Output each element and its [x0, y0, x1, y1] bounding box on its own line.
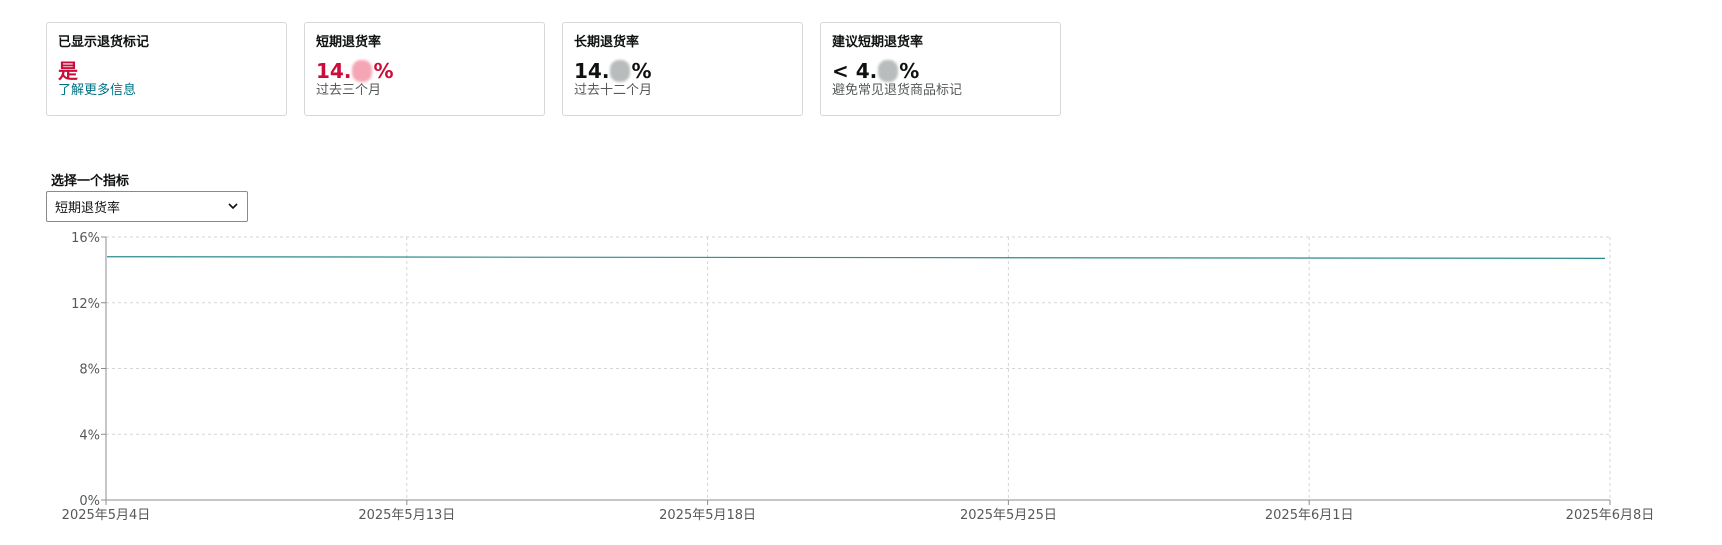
x-tick-label: 2025年6月8日 [1566, 508, 1655, 523]
series-line [106, 256, 1606, 259]
y-tick-label: 12% [71, 297, 100, 312]
return-rate-line-chart: 0% 4% 8% 12% 16% 2025年5月4日 2025年5月13日 2025年5月18… [62, 231, 1655, 523]
y-tick-label: 16% [71, 231, 100, 246]
y-tick-label: 4% [79, 428, 100, 443]
x-tick-label: 2025年5月4日 [62, 508, 151, 523]
x-tick-label: 2025年6月1日 [1265, 508, 1354, 523]
x-tick-label: 2025年5月18日 [659, 508, 756, 523]
y-tick-label: 0% [79, 494, 100, 509]
x-tick-label: 2025年5月25日 [960, 508, 1057, 523]
y-tick-label: 8% [79, 363, 100, 378]
x-tick-label: 2025年5月13日 [358, 508, 455, 523]
